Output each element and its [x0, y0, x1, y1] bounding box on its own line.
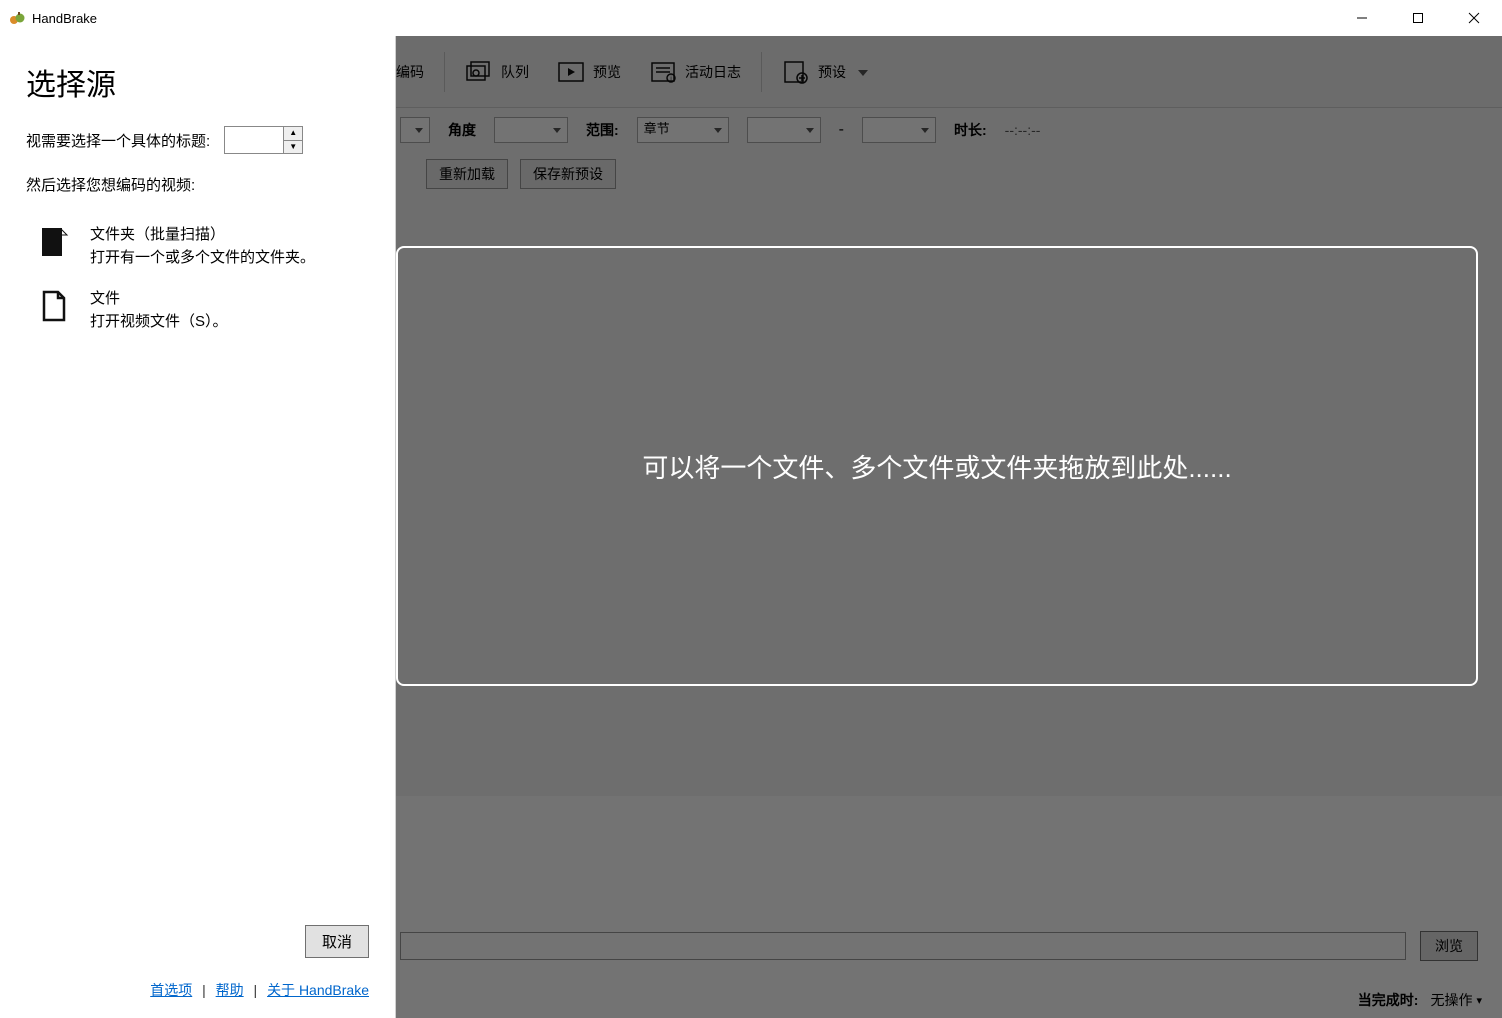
when-done-label: 当完成时: [1358, 990, 1419, 1010]
range-dash: - [839, 121, 844, 139]
queue-button[interactable]: 队列 [451, 50, 543, 94]
open-file-subtitle: 打开视频文件（S）。 [90, 310, 228, 331]
queue-icon [465, 60, 493, 84]
toolbar-separator [444, 52, 445, 92]
range-mode-value: 章节 [644, 121, 670, 136]
angle-label: 角度 [448, 120, 476, 140]
chevron-down-icon [858, 63, 868, 81]
source-selection-panel: 选择源 视需要选择一个具体的标题: ▲ ▼ 然后选择您想编码的视频: 文件夹（批… [0, 36, 396, 1018]
range-start-select[interactable] [747, 117, 821, 143]
svg-text:i: i [670, 76, 671, 82]
duration-value: --:--:-- [1005, 122, 1041, 138]
save-row: 浏览 [400, 928, 1478, 964]
presets-button[interactable]: 预设 [768, 50, 882, 94]
source-panel-heading: 选择源 [26, 60, 369, 104]
open-file-title: 文件 [90, 287, 228, 308]
bottom-status: 当完成时: 无操作 [1358, 990, 1482, 1010]
title-number-spinner[interactable]: ▲ ▼ [224, 126, 303, 154]
link-separator: | [202, 982, 206, 998]
when-done-value: 无操作 [1430, 990, 1472, 1010]
browse-button[interactable]: 浏览 [1420, 931, 1478, 961]
open-folder-subtitle: 打开有一个或多个文件的文件夹。 [90, 246, 315, 267]
link-separator: | [254, 982, 258, 998]
presets-icon [782, 60, 810, 84]
folder-icon [37, 225, 71, 267]
activity-log-label: 活动日志 [685, 62, 741, 82]
help-link[interactable]: 帮助 [216, 982, 244, 998]
title-number-input[interactable] [225, 127, 283, 153]
queue-label: 队列 [501, 62, 529, 82]
output-path-input[interactable] [400, 932, 1406, 960]
open-file-option[interactable]: 文件 打开视频文件（S）。 [26, 277, 369, 341]
range-end-select[interactable] [862, 117, 936, 143]
range-label: 范围: [586, 120, 619, 140]
window-controls [1334, 0, 1502, 36]
angle-select[interactable] [494, 117, 568, 143]
activity-log-button[interactable]: i 活动日志 [635, 50, 755, 94]
when-done-select[interactable]: 无操作 [1430, 990, 1482, 1010]
toolbar-separator [761, 52, 762, 92]
open-folder-option[interactable]: 文件夹（批量扫描） 打开有一个或多个文件的文件夹。 [26, 213, 369, 277]
file-icon [39, 289, 69, 331]
footer-links: 首选项 | 帮助 | 关于 HandBrake [150, 980, 369, 1004]
reload-preset-button[interactable]: 重新加载 [426, 159, 508, 189]
about-link[interactable]: 关于 HandBrake [267, 982, 369, 998]
open-folder-title: 文件夹（批量扫描） [90, 223, 315, 244]
title-select[interactable] [400, 117, 430, 143]
app-icon [8, 9, 26, 27]
minimize-button[interactable] [1334, 0, 1390, 36]
spinner-down-button[interactable]: ▼ [284, 141, 302, 154]
preview-icon [557, 60, 585, 84]
range-mode-select[interactable]: 章节 [637, 117, 729, 143]
activity-log-icon: i [649, 60, 677, 84]
preview-label: 预览 [593, 62, 621, 82]
presets-label: 预设 [818, 62, 846, 82]
close-button[interactable] [1446, 0, 1502, 36]
title-selector-row: 视需要选择一个具体的标题: ▲ ▼ [26, 126, 369, 154]
save-new-preset-button[interactable]: 保存新预设 [520, 159, 616, 189]
title-bar: HandBrake [0, 0, 1502, 36]
spinner-up-button[interactable]: ▲ [284, 127, 302, 141]
duration-label: 时长: [954, 120, 987, 140]
app-title: HandBrake [32, 11, 97, 26]
maximize-button[interactable] [1390, 0, 1446, 36]
preview-button[interactable]: 预览 [543, 50, 635, 94]
then-select-label: 然后选择您想编码的视频: [26, 174, 369, 195]
preferences-link[interactable]: 首选项 [150, 982, 192, 998]
title-selector-label: 视需要选择一个具体的标题: [26, 130, 210, 151]
cancel-button[interactable]: 取消 [305, 925, 369, 958]
